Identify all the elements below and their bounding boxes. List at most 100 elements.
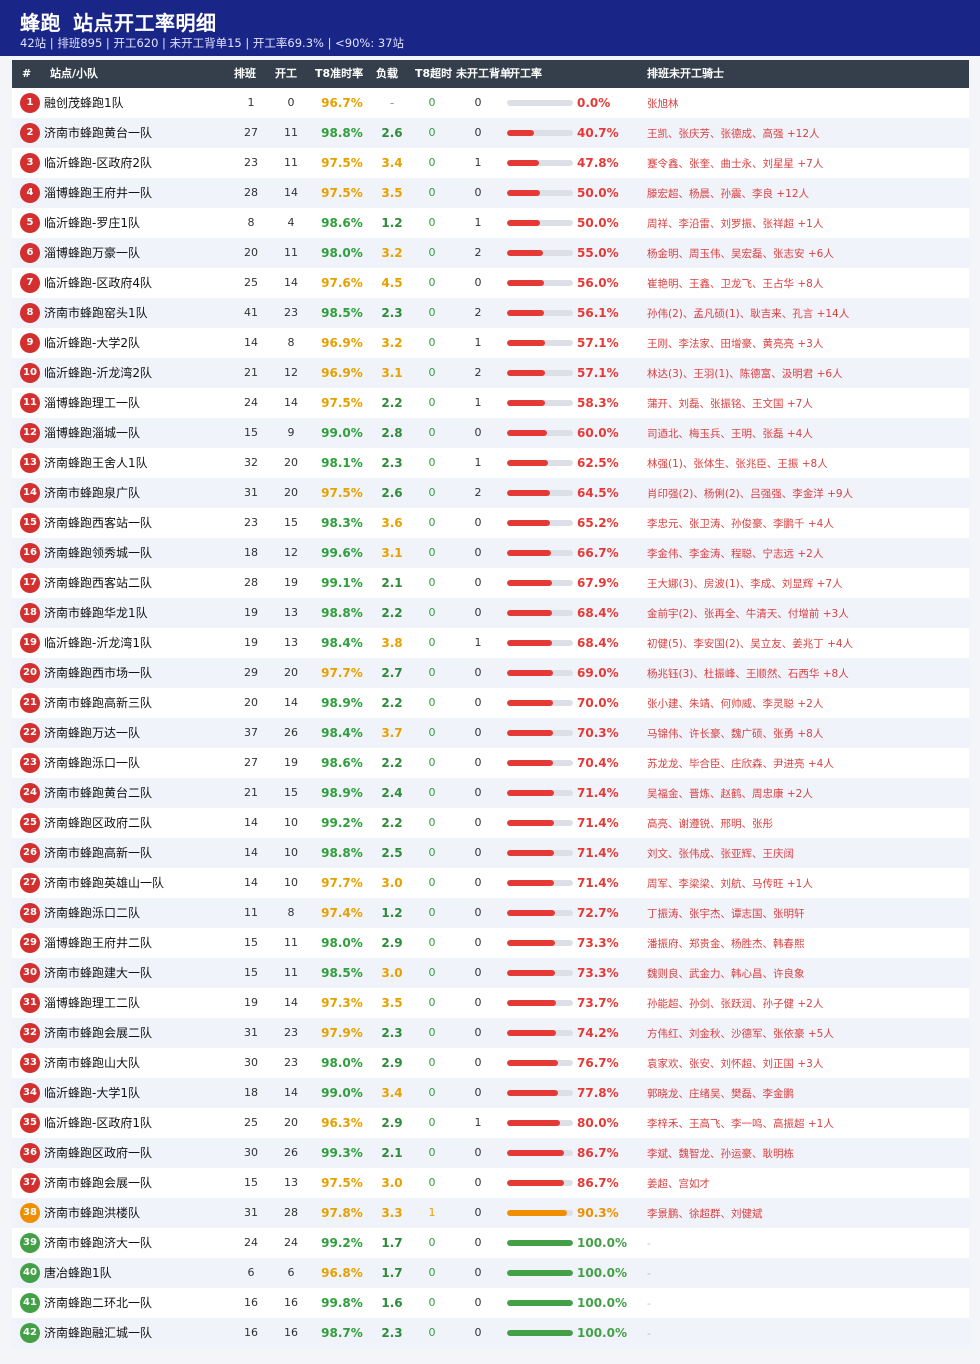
table-row[interactable]: 13 济南蜂跑王舍人1队 32 20 98.1% 2.3 0 1 62.5% 林强(1)、张体生、…	[12, 448, 969, 478]
station-name[interactable]: 济南市蜂跑窑头1队	[44, 298, 148, 328]
station-name[interactable]: 济南蜂跑万达一队	[44, 718, 140, 748]
table-row[interactable]: 3 临沂蜂跑-区政府2队 23 11 97.5% 3.4 0 1 47.8% 蹇令鑫、张奎、曲士永…	[12, 148, 969, 178]
station-name[interactable]: 济南市蜂跑泉广队	[44, 478, 140, 508]
station-name[interactable]: 临沂蜂跑-区政府1队	[44, 1108, 152, 1138]
table-row[interactable]: 26 济南市蜂跑高新一队 14 10 98.8% 2.5 0 0 71.4% 刘文、张伟成、张亚辉…	[12, 838, 969, 868]
table-row[interactable]: 23 济南蜂跑泺口一队 27 19 98.6% 2.2 0 0 70.4% 苏龙龙、毕合臣、庄欣森…	[12, 748, 969, 778]
station-name[interactable]: 济南蜂跑西市场一队	[44, 658, 152, 688]
table-row[interactable]: 29 淄博蜂跑王府井二队 15 11 98.0% 2.9 0 0 73.3% 潘振府、郑贵金、杨胜…	[12, 928, 969, 958]
station-name[interactable]: 济南市蜂跑建大一队	[44, 958, 152, 988]
table-row[interactable]: 20 济南蜂跑西市场一队 29 20 97.7% 2.7 0 0 69.0% 杨兆钰(3)、杜振峰…	[12, 658, 969, 688]
station-name[interactable]: 临沂蜂跑-罗庄1队	[44, 208, 140, 238]
table-row[interactable]: 30 济南市蜂跑建大一队 15 11 98.5% 3.0 0 0 73.3% 魏则良、武金力、韩心…	[12, 958, 969, 988]
table-row[interactable]: 24 济南市蜂跑黄台二队 21 15 98.9% 2.4 0 0 71.4% 吴福金、晋炼、赵鹤、…	[12, 778, 969, 808]
station-name[interactable]: 淄博蜂跑万豪一队	[44, 238, 140, 268]
table-row[interactable]: 10 临沂蜂跑-沂龙湾2队 21 12 96.9% 3.1 0 2 57.1% 林达(3)、王羽(…	[12, 358, 969, 388]
station-name[interactable]: 济南蜂跑融汇城一队	[44, 1318, 152, 1348]
station-name[interactable]: 济南蜂跑西客站二队	[44, 568, 152, 598]
station-name[interactable]: 济南市蜂跑黄台一队	[44, 118, 152, 148]
station-name[interactable]: 济南蜂跑王舍人1队	[44, 448, 148, 478]
unworked-backorder: 1	[474, 396, 482, 409]
station-name[interactable]: 济南市蜂跑山大队	[44, 1048, 140, 1078]
col-unworked-backorder[interactable]: 未开工背单	[456, 60, 511, 88]
work-rate-bar-fill	[507, 700, 554, 706]
station-name[interactable]: 济南市蜂跑高新一队	[44, 838, 152, 868]
working-count: 8	[287, 906, 295, 919]
col-scheduled[interactable]: 排班	[234, 60, 256, 88]
work-rate-bar-fill	[507, 790, 555, 796]
table-row[interactable]: 36 济南蜂跑区政府一队 30 26 99.3% 2.1 0 0 86.7% 李斌、魏智龙、孙运豪…	[12, 1138, 969, 1168]
table-row[interactable]: 31 淄博蜂跑理工二队 19 14 97.3% 3.5 0 0 73.7% 孙能超、孙剑、张跃润、…	[12, 988, 969, 1018]
table-row[interactable]: 12 淄博蜂跑淄城一队 15 9 99.0% 2.8 0 0 60.0% 司迺北、梅玉兵、王明、张…	[12, 418, 969, 448]
station-name[interactable]: 淄博蜂跑王府井一队	[44, 178, 152, 208]
table-row[interactable]: 22 济南蜂跑万达一队 37 26 98.4% 3.7 0 0 70.3% 马锦伟、许长豪、魏广硕…	[12, 718, 969, 748]
station-name[interactable]: 济南市蜂跑华龙1队	[44, 598, 148, 628]
station-name[interactable]: 济南蜂跑二环北一队	[44, 1288, 152, 1318]
table-row[interactable]: 33 济南市蜂跑山大队 30 23 98.0% 2.9 0 0 76.7% 袁家欢、张安、刘怀超、…	[12, 1048, 969, 1078]
station-name[interactable]: 临沂蜂跑-沂龙湾2队	[44, 358, 152, 388]
table-row[interactable]: 21 济南市蜂跑高新三队 20 14 98.9% 2.2 0 0 70.0% 张小建、朱靖、何帅威…	[12, 688, 969, 718]
table-row[interactable]: 16 济南蜂跑领秀城一队 18 12 99.6% 3.1 0 0 66.7% 李金伟、李金涛、程聪…	[12, 538, 969, 568]
table-row[interactable]: 5 临沂蜂跑-罗庄1队 8 4 98.6% 1.2 0 1 50.0% 周祥、李沿雷、刘罗振、张祥…	[12, 208, 969, 238]
station-name[interactable]: 济南蜂跑泺口一队	[44, 748, 140, 778]
station-name[interactable]: 淄博蜂跑理工一队	[44, 388, 140, 418]
table-row[interactable]: 32 济南市蜂跑会展二队 31 23 97.9% 2.3 0 0 74.2% 方伟红、刘金秋、沙德…	[12, 1018, 969, 1048]
table-row[interactable]: 11 淄博蜂跑理工一队 24 14 97.5% 2.2 0 1 58.3% 蒲开、刘磊、张振铭、王…	[12, 388, 969, 418]
station-name[interactable]: 淄博蜂跑理工二队	[44, 988, 140, 1018]
station-name[interactable]: 济南蜂跑泺口二队	[44, 898, 140, 928]
station-name[interactable]: 济南蜂跑领秀城一队	[44, 538, 152, 568]
station-name[interactable]: 临沂蜂跑-大学1队	[44, 1078, 140, 1108]
station-name[interactable]: 临沂蜂跑-区政府4队	[44, 268, 152, 298]
col-working[interactable]: 开工	[275, 60, 297, 88]
station-name[interactable]: 淄博蜂跑王府井二队	[44, 928, 152, 958]
table-row[interactable]: 14 济南市蜂跑泉广队 31 20 97.5% 2.6 0 2 64.5% 肖印强(2)、杨俐(2…	[12, 478, 969, 508]
station-name[interactable]: 济南市蜂跑黄台二队	[44, 778, 152, 808]
station-name[interactable]: 济南市蜂跑济大一队	[44, 1228, 152, 1258]
station-name[interactable]: 济南蜂跑区政府一队	[44, 1138, 152, 1168]
station-name[interactable]: 济南市蜂跑高新三队	[44, 688, 152, 718]
table-row[interactable]: 4 淄博蜂跑王府井一队 28 14 97.5% 3.5 0 0 50.0% 滕宏超、杨晨、孙震、李…	[12, 178, 969, 208]
station-name[interactable]: 临沂蜂跑-沂龙湾1队	[44, 628, 152, 658]
table-row[interactable]: 9 临沂蜂跑-大学2队 14 8 96.9% 3.2 0 1 57.1% 王刚、李法家、田增豪、黄…	[12, 328, 969, 358]
station-name[interactable]: 唐冶蜂跑1队	[44, 1258, 112, 1288]
table-row[interactable]: 8 济南市蜂跑窑头1队 41 23 98.5% 2.3 0 2 56.1% 孙伟(2)、孟凡硕(1…	[12, 298, 969, 328]
table-row[interactable]: 25 济南蜂跑区政府二队 14 10 99.2% 2.2 0 0 71.4% 高亮、谢遵锐、邢明、…	[12, 808, 969, 838]
station-name[interactable]: 融创茂蜂跑1队	[44, 88, 124, 118]
table-row[interactable]: 7 临沂蜂跑-区政府4队 25 14 97.6% 4.5 0 0 56.0% 崔艳明、王鑫、卫龙飞…	[12, 268, 969, 298]
table-row[interactable]: 42 济南蜂跑融汇城一队 16 16 98.7% 2.3 0 0 100.0% -	[12, 1318, 969, 1348]
table-row[interactable]: 15 济南蜂跑西客站一队 23 15 98.3% 3.6 0 0 65.2% 李忠元、张卫涛、孙俊…	[12, 508, 969, 538]
col-rank[interactable]: #	[22, 60, 31, 88]
station-name[interactable]: 临沂蜂跑-大学2队	[44, 328, 140, 358]
table-row[interactable]: 41 济南蜂跑二环北一队 16 16 99.8% 1.6 0 0 100.0% -	[12, 1288, 969, 1318]
station-name[interactable]: 临沂蜂跑-区政府2队	[44, 148, 152, 178]
table-row[interactable]: 40 唐冶蜂跑1队 6 6 96.8% 1.7 0 0 100.0% -	[12, 1258, 969, 1288]
col-station[interactable]: 站点/小队	[50, 60, 98, 88]
table-row[interactable]: 27 济南市蜂跑英雄山一队 14 10 97.7% 3.0 0 0 71.4% 周军、李梁梁、刘航…	[12, 868, 969, 898]
table-row[interactable]: 17 济南蜂跑西客站二队 28 19 99.1% 2.1 0 0 67.9% 王大娜(3)、房波(…	[12, 568, 969, 598]
work-rate-bar	[507, 1030, 573, 1036]
table-row[interactable]: 19 临沂蜂跑-沂龙湾1队 19 13 98.4% 3.8 0 1 68.4% 初健(5)、李安国…	[12, 628, 969, 658]
table-row[interactable]: 39 济南市蜂跑济大一队 24 24 99.2% 1.7 0 0 100.0% -	[12, 1228, 969, 1258]
table-row[interactable]: 35 临沂蜂跑-区政府1队 25 20 96.3% 2.9 0 1 80.0% 李梓禾、王高飞、李…	[12, 1108, 969, 1138]
col-t8-overtime[interactable]: T8超时	[415, 60, 452, 88]
table-row[interactable]: 18 济南市蜂跑华龙1队 19 13 98.8% 2.2 0 0 68.4% 金前宇(2)、张再全…	[12, 598, 969, 628]
table-row[interactable]: 38 济南市蜂跑洪楼队 31 28 97.8% 3.3 1 0 90.3% 李景鹏、徐超群、刘健斌	[12, 1198, 969, 1228]
table-row[interactable]: 1 融创茂蜂跑1队 1 0 96.7% -0 0 0.0% 张旭林	[12, 88, 969, 118]
col-load[interactable]: 负载	[376, 60, 398, 88]
col-t8-rate[interactable]: T8准时率	[315, 60, 363, 88]
rank-badge: 8	[20, 303, 40, 323]
station-name[interactable]: 济南市蜂跑会展二队	[44, 1018, 152, 1048]
station-name[interactable]: 淄博蜂跑淄城一队	[44, 418, 140, 448]
table-row[interactable]: 28 济南蜂跑泺口二队 11 8 97.4% 1.2 0 0 72.7% 丁振涛、张宇杰、谭志国、…	[12, 898, 969, 928]
station-name[interactable]: 济南蜂跑区政府二队	[44, 808, 152, 838]
col-work-rate[interactable]: 开工率	[509, 60, 542, 88]
table-row[interactable]: 34 临沂蜂跑-大学1队 18 14 99.0% 3.4 0 0 77.8% 郭晓龙、庄绪吴、樊磊…	[12, 1078, 969, 1108]
station-name[interactable]: 济南市蜂跑洪楼队	[44, 1198, 140, 1228]
table-row[interactable]: 6 淄博蜂跑万豪一队 20 11 98.0% 3.2 0 2 55.0% 杨金明、周玉伟、吴宏磊、…	[12, 238, 969, 268]
station-name[interactable]: 济南蜂跑西客站一队	[44, 508, 152, 538]
table-row[interactable]: 37 济南市蜂跑会展一队 15 13 97.5% 3.0 0 0 86.7% 姜超、宫如才	[12, 1168, 969, 1198]
station-name[interactable]: 济南市蜂跑会展一队	[44, 1168, 152, 1198]
station-name[interactable]: 济南市蜂跑英雄山一队	[44, 868, 164, 898]
table-row[interactable]: 2 济南市蜂跑黄台一队 27 11 98.8% 2.6 0 0 40.7% 王凯、张庆芳、张德成、…	[12, 118, 969, 148]
col-unworked-riders[interactable]: 排班未开工骑士	[647, 60, 724, 88]
